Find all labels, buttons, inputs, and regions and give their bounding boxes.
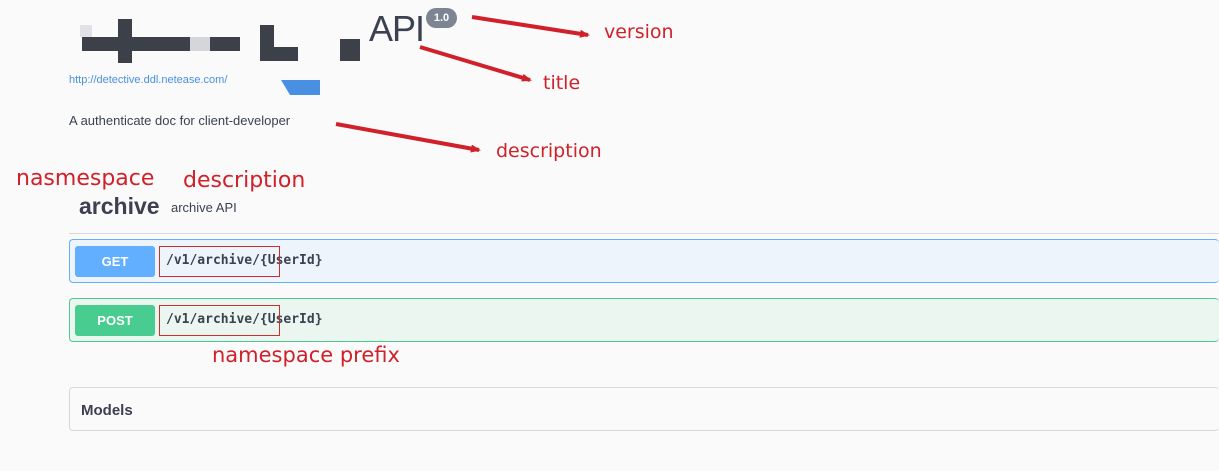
annotation-namespace-description: description [183, 168, 306, 193]
models-label: Models [81, 402, 133, 419]
namespace-description: archive API [171, 200, 237, 215]
annotation-version: version [604, 21, 674, 43]
arrow-version [471, 15, 590, 38]
version-badge: 1.0 [426, 8, 457, 28]
models-section[interactable]: Models [69, 387, 1219, 431]
prefix-highlight-box [159, 305, 280, 336]
redacted-url-fragment [281, 80, 320, 95]
api-description: A authenticate doc for client-developer [69, 113, 291, 128]
opblock-post[interactable]: POST /v1/archive/{UserId} [69, 298, 1219, 342]
annotation-namespace: nasmespace [16, 166, 155, 191]
namespace-name[interactable]: archive [79, 193, 160, 220]
redacted-title-image [80, 19, 360, 63]
api-title: API [369, 8, 425, 49]
annotation-title: title [543, 72, 581, 94]
base-url-link[interactable]: http://detective.ddl.netease.com/ [69, 74, 227, 86]
namespace-divider [69, 233, 1219, 234]
annotation-namespace-prefix: namespace prefix [212, 343, 400, 367]
arrow-description [335, 122, 481, 153]
method-badge-post[interactable]: POST [75, 305, 155, 336]
prefix-highlight-box [159, 246, 280, 277]
opblock-get[interactable]: GET /v1/archive/{UserId} [69, 239, 1219, 283]
method-badge-get[interactable]: GET [75, 246, 155, 277]
arrow-title [419, 45, 532, 82]
annotation-description: description [496, 140, 602, 162]
